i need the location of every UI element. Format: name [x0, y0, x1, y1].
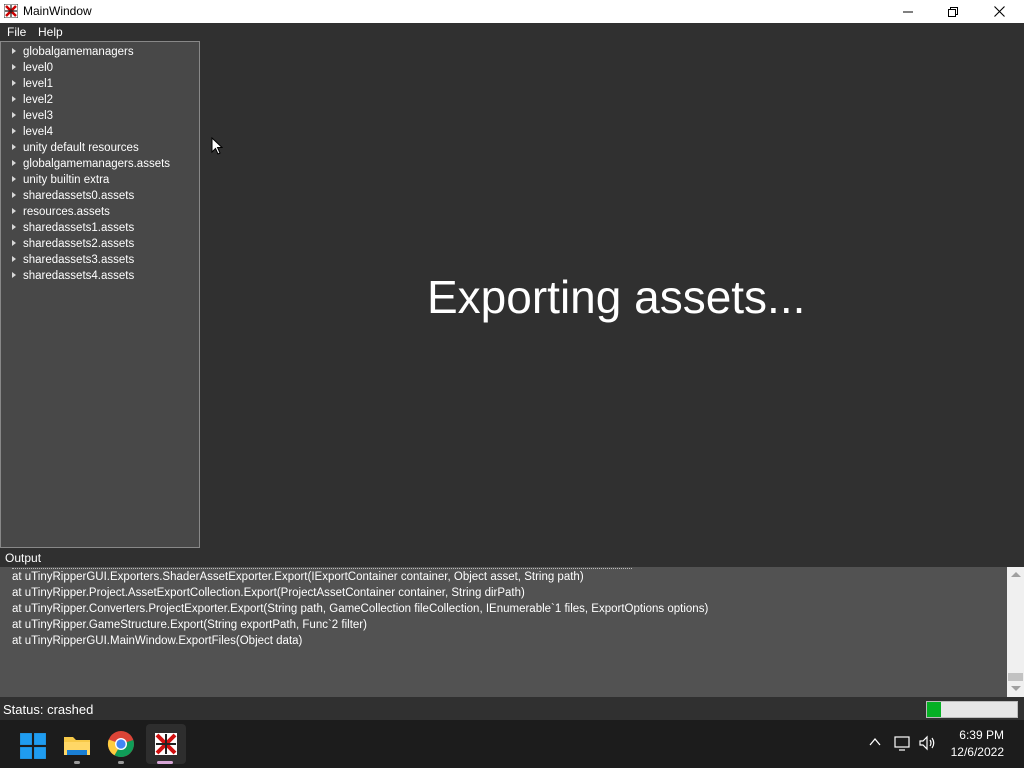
tree-item-label: level3	[23, 110, 54, 122]
expand-arrow-icon[interactable]	[12, 192, 16, 198]
app-icon	[4, 4, 18, 18]
tree-item[interactable]: level3	[1, 108, 197, 124]
expand-arrow-icon[interactable]	[12, 240, 16, 246]
tree-item-label: unity builtin extra	[23, 174, 110, 186]
tree-item-label: level0	[23, 62, 54, 74]
tree-item[interactable]: sharedassets4.assets	[1, 268, 197, 284]
output-scrollbar[interactable]	[1007, 567, 1024, 697]
expand-arrow-icon[interactable]	[12, 80, 16, 86]
restore-icon	[948, 6, 958, 17]
tree-item-label: globalgamemanagers.assets	[23, 158, 171, 170]
expand-arrow-icon[interactable]	[12, 112, 16, 118]
expand-arrow-icon[interactable]	[12, 176, 16, 182]
chevron-up-icon[interactable]	[868, 735, 882, 749]
chrome-icon[interactable]	[107, 730, 135, 758]
expand-arrow-icon[interactable]	[12, 144, 16, 150]
tree-item[interactable]: level0	[1, 60, 197, 76]
scroll-up-icon[interactable]	[1011, 572, 1021, 577]
tree-item-label: sharedassets1.assets	[23, 222, 135, 234]
menu-file[interactable]: File	[7, 25, 26, 39]
tree-item[interactable]: level1	[1, 76, 197, 92]
expand-arrow-icon[interactable]	[12, 160, 16, 166]
tree-item[interactable]: sharedassets1.assets	[1, 220, 197, 236]
status-text: Status: crashed	[3, 702, 94, 717]
tree-item[interactable]: sharedassets0.assets	[1, 188, 197, 204]
tree-item-label: resources.assets	[23, 206, 110, 218]
tree-item[interactable]: globalgamemanagers	[1, 44, 197, 60]
tree-item[interactable]: level2	[1, 92, 197, 108]
close-icon	[993, 6, 1005, 17]
tree-item[interactable]: sharedassets3.assets	[1, 252, 197, 268]
output-label: Output	[5, 551, 42, 565]
progress-bar	[926, 701, 1018, 718]
folder-icon[interactable]	[63, 731, 91, 759]
active-indicator	[157, 761, 173, 764]
tree-item-label: globalgamemanagers	[23, 46, 134, 58]
clock-time[interactable]: 6:39 PM	[959, 728, 1004, 742]
scroll-down-icon[interactable]	[1011, 686, 1021, 691]
tree-item[interactable]: sharedassets2.assets	[1, 236, 197, 252]
tree-item-label: sharedassets4.assets	[23, 270, 135, 282]
output-line: at uTinyRipperGUI.Exporters.ShaderAssetE…	[12, 571, 584, 583]
menu-bar: File Help	[0, 23, 1024, 42]
tree-item-label: sharedassets2.assets	[23, 238, 135, 250]
tree-item[interactable]: unity default resources	[1, 140, 197, 156]
output-line: at uTinyRipper.Project.AssetExportCollec…	[12, 587, 525, 599]
mouse-cursor-icon	[211, 137, 223, 155]
tree-item-label: level2	[23, 94, 54, 106]
status-bar: Status: crashed	[0, 697, 1024, 720]
output-line: at uTinyRipper.GameStructure.Export(Stri…	[12, 619, 367, 631]
running-indicator	[74, 761, 80, 764]
windows-logo-icon[interactable]	[19, 732, 47, 760]
expand-arrow-icon[interactable]	[12, 64, 16, 70]
title-bar: MainWindow	[0, 0, 1024, 23]
restore-button[interactable]	[930, 0, 976, 23]
tree-item[interactable]: globalgamemanagers.assets	[1, 156, 197, 172]
expand-arrow-icon[interactable]	[12, 208, 16, 214]
tree-item-label: unity default resources	[23, 142, 139, 154]
tree-item-label: level1	[23, 78, 54, 90]
tree-item[interactable]: resources.assets	[1, 204, 197, 220]
output-line: at uTinyRipperGUI.MainWindow.ExportFiles…	[12, 635, 303, 647]
minimize-icon	[903, 11, 913, 12]
network-icon[interactable]	[894, 735, 912, 751]
tree-item[interactable]: unity builtin extra	[1, 172, 197, 188]
expand-arrow-icon[interactable]	[12, 96, 16, 102]
file-tree: globalgamemanagers level0 level1 level2 …	[0, 41, 200, 548]
tree-item[interactable]: level4	[1, 124, 197, 140]
volume-icon[interactable]	[919, 735, 937, 751]
utinyripper-icon[interactable]	[152, 730, 180, 758]
expand-arrow-icon[interactable]	[12, 256, 16, 262]
tree-item-label: level4	[23, 126, 54, 138]
tree-item-label: sharedassets3.assets	[23, 254, 135, 266]
expand-arrow-icon[interactable]	[12, 224, 16, 230]
output-log[interactable]: at uTinyRipperGUI.Exporters.ShaderAssetE…	[0, 567, 1007, 697]
exporting-message: Exporting assets...	[427, 271, 806, 323]
scroll-thumb[interactable]	[1008, 673, 1023, 681]
menu-help[interactable]: Help	[38, 25, 63, 39]
minimize-button[interactable]	[885, 0, 931, 23]
tree-item-label: sharedassets0.assets	[23, 190, 135, 202]
expand-arrow-icon[interactable]	[12, 128, 16, 134]
progress-fill	[927, 702, 941, 717]
expand-arrow-icon[interactable]	[12, 48, 16, 54]
close-button[interactable]	[976, 0, 1022, 23]
clipped-log-line	[12, 567, 632, 569]
clock-date[interactable]: 12/6/2022	[951, 745, 1004, 759]
output-line: at uTinyRipper.Converters.ProjectExporte…	[12, 603, 709, 615]
running-indicator	[118, 761, 124, 764]
expand-arrow-icon[interactable]	[12, 272, 16, 278]
window-title: MainWindow	[23, 4, 92, 18]
